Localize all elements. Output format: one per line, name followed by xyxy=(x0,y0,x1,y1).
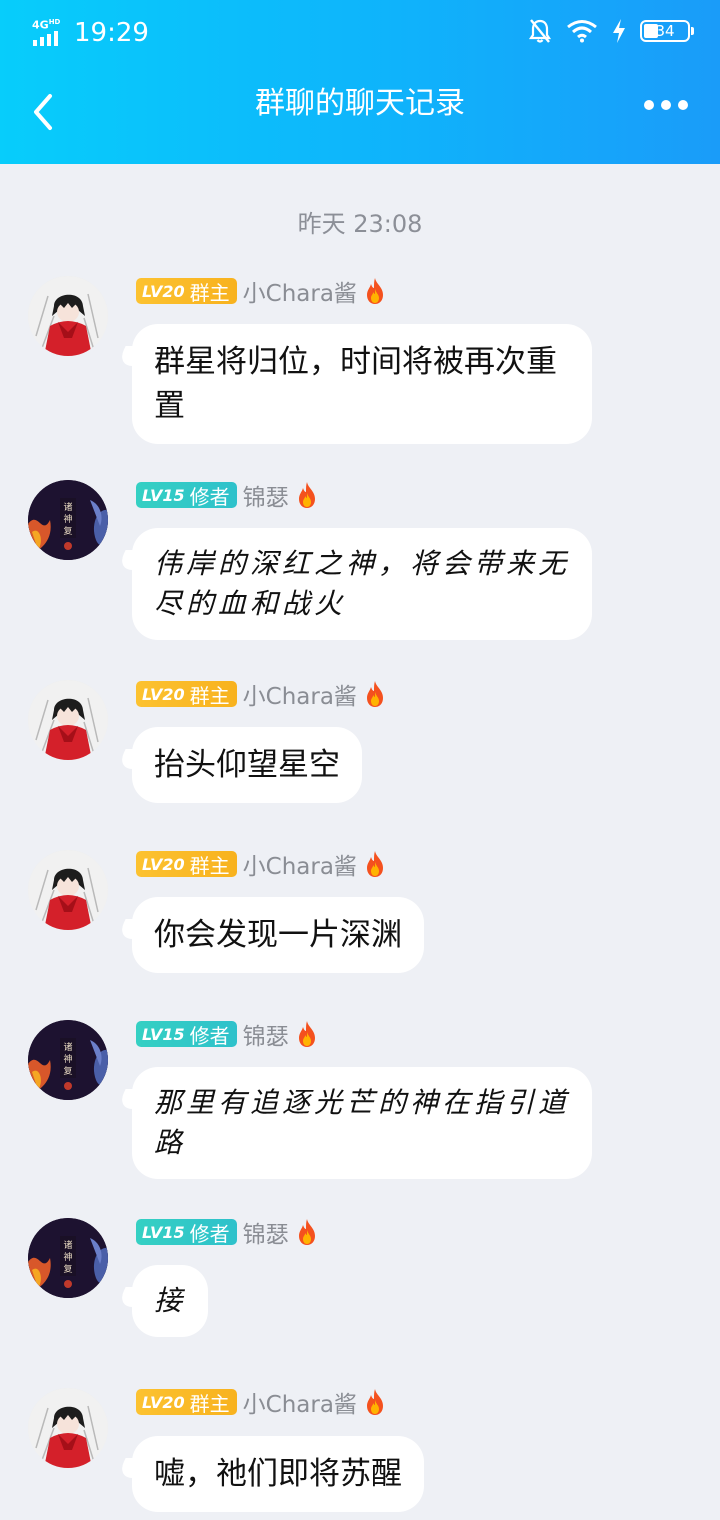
sender-name[interactable]: 小Chara酱 xyxy=(243,274,357,308)
sender-name[interactable]: 锦瑟 xyxy=(243,478,289,512)
message-bubble[interactable]: 那里有追逐光芒的神在指引道路 xyxy=(132,1067,592,1179)
fire-icon xyxy=(366,1389,383,1415)
message-bubble[interactable]: 群星将归位，时间将被再次重置 xyxy=(132,324,592,444)
battery-icon: 34 xyxy=(640,20,694,42)
level-badge: LV20 群主 xyxy=(136,681,237,708)
avatar[interactable]: 诸神复 xyxy=(28,1218,108,1298)
fire-icon xyxy=(366,278,383,304)
svg-text:诸: 诸 xyxy=(63,502,72,513)
more-dots-icon[interactable] xyxy=(644,100,688,110)
sender-name[interactable]: 锦瑟 xyxy=(243,1215,289,1249)
message-bubble[interactable]: 嘘，祂们即将苏醒 xyxy=(132,1436,424,1512)
sender-info: LV15 修者 锦瑟 xyxy=(136,1215,319,1249)
message-bubble[interactable]: 你会发现一片深渊 xyxy=(132,897,424,973)
sender-info: LV20 群主 小Chara酱 xyxy=(136,274,387,308)
sender-info: LV20 群主 小Chara酱 xyxy=(136,1385,387,1419)
level-badge: LV15 修者 xyxy=(136,1021,237,1048)
role-label: 修者 xyxy=(189,484,230,509)
level-label: LV15 xyxy=(142,485,185,505)
level-badge: LV20 群主 xyxy=(136,851,237,878)
svg-text:神: 神 xyxy=(63,1251,72,1263)
sender-info: LV20 群主 小Chara酱 xyxy=(136,847,387,881)
sender-name[interactable]: 小Chara酱 xyxy=(243,677,357,711)
status-bar: 4GHD 19:29 34 xyxy=(0,0,720,64)
avatar[interactable] xyxy=(28,680,108,760)
level-label: LV20 xyxy=(142,281,185,301)
role-label: 群主 xyxy=(189,683,230,708)
role-label: 群主 xyxy=(189,1391,230,1416)
nav-bar: 群聊的聊天记录 xyxy=(0,64,720,164)
level-label: LV15 xyxy=(142,1222,185,1242)
role-label: 群主 xyxy=(189,280,230,305)
fire-icon xyxy=(298,482,315,508)
status-left: 4GHD 19:29 xyxy=(32,14,149,52)
fire-icon xyxy=(366,681,383,707)
level-badge: LV20 群主 xyxy=(136,1389,237,1416)
sender-name[interactable]: 小Chara酱 xyxy=(243,1385,357,1419)
status-time: 19:29 xyxy=(74,18,149,48)
sender-info: LV15 修者 锦瑟 xyxy=(136,478,319,512)
level-label: LV20 xyxy=(142,684,185,704)
level-badge: LV15 修者 xyxy=(136,1219,237,1246)
wifi-icon xyxy=(567,20,597,43)
avatar[interactable] xyxy=(28,276,108,356)
level-label: LV20 xyxy=(142,1392,185,1412)
level-label: LV20 xyxy=(142,854,185,874)
avatar[interactable]: 诸神复 xyxy=(28,480,108,560)
avatar[interactable] xyxy=(28,1388,108,1468)
role-label: 修者 xyxy=(189,1023,230,1048)
sender-name[interactable]: 小Chara酱 xyxy=(243,847,357,881)
svg-text:诸: 诸 xyxy=(63,1042,72,1053)
network-label: 4G xyxy=(32,18,49,32)
svg-text:神: 神 xyxy=(63,513,72,525)
fire-icon xyxy=(298,1219,315,1245)
role-label: 群主 xyxy=(189,853,230,878)
level-badge: LV20 群主 xyxy=(136,278,237,305)
chat-timestamp: 昨天 23:08 xyxy=(297,210,423,238)
sender-info: LV15 修者 锦瑟 xyxy=(136,1017,319,1051)
fire-icon xyxy=(366,851,383,877)
cellular-signal-icon: 4GHD xyxy=(32,18,66,48)
sender-info: LV20 群主 小Chara酱 xyxy=(136,677,387,711)
fire-icon xyxy=(298,1021,315,1047)
charging-icon xyxy=(613,19,625,43)
avatar[interactable] xyxy=(28,850,108,930)
network-type: 4GHD xyxy=(32,18,60,32)
svg-text:复: 复 xyxy=(63,1263,72,1275)
mute-bell-icon xyxy=(528,19,552,43)
sender-name[interactable]: 锦瑟 xyxy=(243,1017,289,1051)
svg-text:神: 神 xyxy=(63,1053,72,1065)
network-sup-label: HD xyxy=(48,18,61,26)
message-bubble[interactable]: 抬头仰望星空 xyxy=(132,727,362,803)
level-badge: LV15 修者 xyxy=(136,482,237,509)
message-bubble[interactable]: 接 xyxy=(132,1265,209,1337)
status-right: 34 xyxy=(528,18,694,44)
page-title: 群聊的聊天记录 xyxy=(255,86,465,121)
level-label: LV15 xyxy=(142,1024,185,1044)
svg-text:复: 复 xyxy=(63,525,72,537)
message-bubble[interactable]: 伟岸的深红之神，将会带来无尽的血和战火 xyxy=(132,528,592,640)
app-header: 4GHD 19:29 34 群聊的聊天记录 xyxy=(0,0,720,164)
battery-level: 34 xyxy=(655,22,675,40)
role-label: 修者 xyxy=(189,1221,230,1246)
svg-text:复: 复 xyxy=(63,1065,72,1077)
svg-text:诸: 诸 xyxy=(63,1240,72,1251)
avatar[interactable]: 诸神复 xyxy=(28,1020,108,1100)
